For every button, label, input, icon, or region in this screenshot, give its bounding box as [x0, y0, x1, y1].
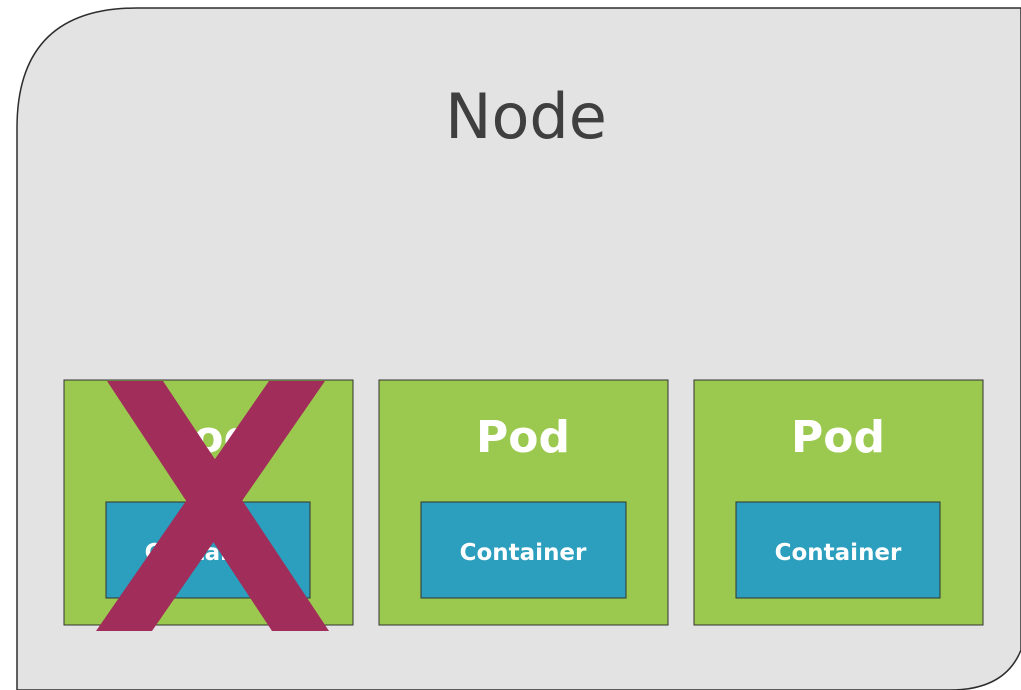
container-label: Container [775, 540, 902, 566]
pod-label: Pod [791, 412, 885, 463]
pod-label: Pod [476, 412, 570, 463]
node-title: Node [445, 80, 607, 153]
pod: Pod Container [378, 379, 669, 626]
container-label: Container [460, 540, 587, 566]
pod: Pod Container [693, 379, 984, 626]
diagram-canvas: Node Pod Container Pod Container Pod Con… [16, 7, 1021, 690]
